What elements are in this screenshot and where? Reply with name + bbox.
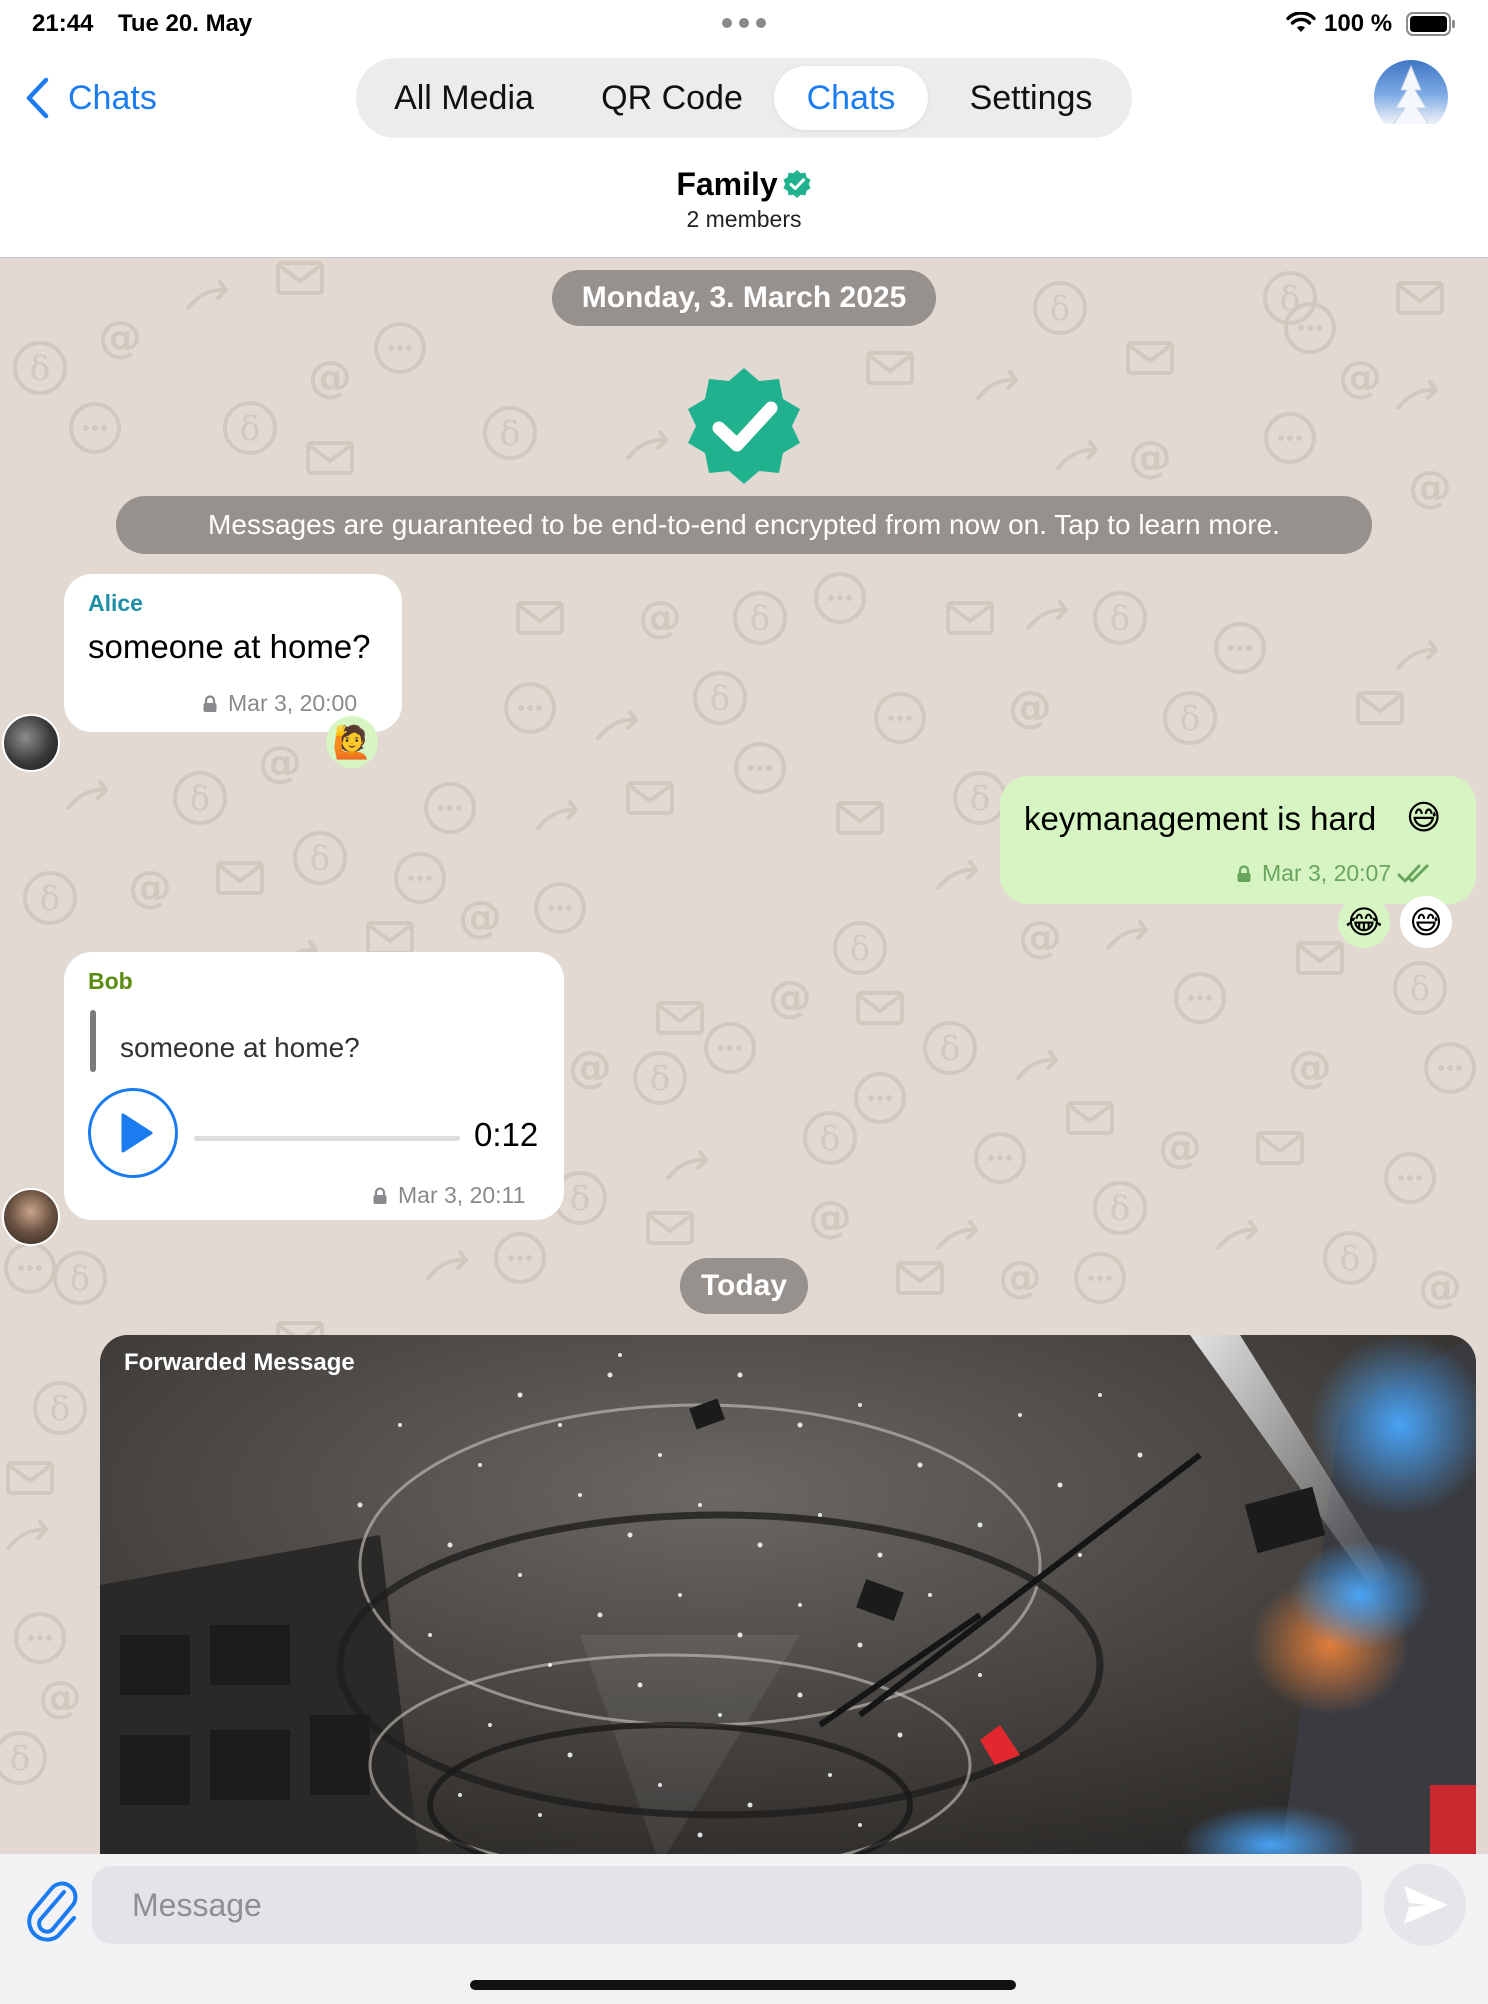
status-time: 21:44 (32, 10, 94, 37)
message-composer (0, 1854, 1488, 2004)
multitasking-dots-icon[interactable] (722, 18, 766, 28)
date-separator-today: Today (680, 1258, 808, 1314)
home-indicator[interactable] (470, 1980, 1016, 1990)
send-arrow-icon (1404, 1886, 1448, 1924)
message-input[interactable] (92, 1866, 1362, 1944)
message-time: Mar 3, 20:00 (228, 690, 358, 716)
message-time: Mar 3, 20:07 (1262, 860, 1392, 886)
play-icon (121, 1113, 153, 1153)
status-date: Tue 20. May (118, 10, 253, 37)
audio-progress-track[interactable] (194, 1136, 460, 1141)
battery-icon (1406, 12, 1455, 36)
quote-bar (90, 1010, 96, 1072)
quoted-text[interactable]: someone at home? (120, 1032, 360, 1064)
chevron-left-icon (26, 77, 49, 119)
tab-settings[interactable]: Settings (938, 66, 1124, 130)
lock-icon (373, 1186, 387, 1204)
message-bubble-incoming[interactable]: Alice someone at home? Mar 3, 20:00 (64, 574, 402, 732)
message-input-container (92, 1866, 1362, 1944)
tab-qr-code[interactable]: QR Code (572, 66, 772, 130)
message-emoji: 😅 (1406, 798, 1442, 838)
lock-icon (203, 694, 217, 712)
audio-duration: 0:12 (474, 1116, 539, 1153)
ceiling-light-art-photo (100, 1335, 1476, 1854)
date-separator: Monday, 3. March 2025 (552, 270, 936, 326)
segmented-tabs: All Media QR Code Chats Settings (356, 58, 1132, 138)
sender-avatar-bob[interactable] (2, 1188, 60, 1246)
lock-icon (1237, 864, 1251, 882)
tab-all-media[interactable]: All Media (364, 66, 564, 130)
back-label: Chats (68, 78, 157, 117)
status-bar: 21:44 Tue 20. May 100 % (0, 0, 1488, 48)
reaction-badge[interactable]: 🙋 (326, 716, 378, 768)
chat-subtitle: 2 members (686, 206, 802, 232)
message-text: someone at home? (88, 628, 371, 665)
message-list[interactable]: @ δ Monday, 3. March 2025 (0, 258, 1488, 1854)
forwarded-image-message[interactable]: Forwarded Message (100, 1335, 1476, 1854)
message-meta: Mar 3, 20:00 (202, 690, 357, 717)
message-bubble-incoming[interactable]: Bob someone at home? 0:12 Mar 3, 20:11 (64, 952, 564, 1220)
profile-avatar[interactable] (1374, 60, 1448, 134)
verified-badge-icon (783, 170, 811, 198)
wifi-icon (1286, 12, 1316, 32)
message-text: keymanagement is hard (1024, 800, 1377, 837)
sender-avatar-alice[interactable] (2, 714, 60, 772)
back-button[interactable]: Chats (24, 74, 157, 122)
forwarded-label: Forwarded Message (124, 1349, 355, 1376)
encryption-notice[interactable]: Messages are guaranteed to be end-to-end… (116, 496, 1372, 554)
sender-name[interactable]: Alice (88, 590, 143, 617)
chat-title-text: Family (676, 166, 778, 202)
reaction-badge[interactable]: 😅 (1400, 896, 1452, 948)
battery-percent: 100 % (1324, 10, 1393, 37)
double-check-icon (1397, 864, 1429, 882)
message-time: Mar 3, 20:11 (398, 1182, 526, 1208)
message-meta: Mar 3, 20:11 (372, 1182, 525, 1209)
reaction-badge[interactable]: 😂 (1338, 896, 1390, 948)
message-bubble-outgoing[interactable]: keymanagement is hard 😅 Mar 3, 20:07 (1000, 776, 1476, 904)
chat-header: Chats All Media QR Code Chats Settings F… (0, 48, 1488, 258)
paperclip-icon[interactable] (24, 1874, 80, 1946)
tab-chats[interactable]: Chats (774, 66, 928, 130)
chat-title[interactable]: Family (0, 166, 1488, 203)
snowy-tree-image (1374, 64, 1448, 134)
verified-badge-icon (688, 368, 800, 484)
message-meta: Mar 3, 20:07 (1236, 860, 1437, 887)
sender-name[interactable]: Bob (88, 968, 133, 995)
play-button[interactable] (88, 1088, 178, 1178)
send-button[interactable] (1384, 1864, 1466, 1946)
